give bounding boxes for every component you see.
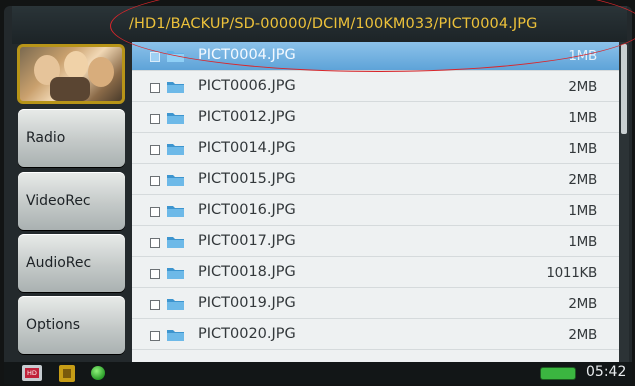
folder-icon bbox=[167, 330, 184, 341]
file-name: PICT0017.JPG bbox=[198, 233, 296, 249]
file-size: 2MB bbox=[568, 79, 597, 95]
file-row[interactable]: PICT0019.JPG 2MB bbox=[132, 290, 619, 319]
folder-icon bbox=[167, 268, 184, 279]
audiorec-button-label: AudioRec bbox=[26, 255, 92, 271]
thumbnail-face bbox=[64, 51, 88, 79]
thumbnail-face bbox=[50, 77, 90, 101]
videorec-button-label: VideoRec bbox=[26, 193, 91, 209]
file-row[interactable]: PICT0018.JPG 1011KB bbox=[132, 259, 619, 288]
file-size: 2MB bbox=[568, 172, 597, 188]
file-row[interactable]: PICT0014.JPG 1MB bbox=[132, 135, 619, 164]
battery-full-icon bbox=[541, 368, 575, 379]
sidebar: Radio VideoRec AudioRec Options bbox=[14, 42, 130, 356]
folder-icon bbox=[167, 113, 184, 124]
folder-icon bbox=[167, 82, 184, 93]
file-checkbox[interactable] bbox=[150, 331, 160, 341]
file-size: 1MB bbox=[568, 234, 597, 250]
folder-icon bbox=[167, 299, 184, 310]
folder-icon bbox=[167, 51, 184, 62]
options-button-label: Options bbox=[26, 317, 81, 333]
file-name: PICT0004.JPG bbox=[198, 47, 296, 63]
status-bar: HD 05:42 bbox=[4, 362, 632, 384]
folder-icon bbox=[167, 175, 184, 186]
folder-icon bbox=[167, 206, 184, 217]
file-name: PICT0012.JPG bbox=[198, 109, 296, 125]
hd-icon-label: HD bbox=[25, 368, 39, 378]
file-size: 1MB bbox=[568, 141, 597, 157]
file-row[interactable]: PICT0017.JPG 1MB bbox=[132, 228, 619, 257]
file-checkbox[interactable] bbox=[150, 207, 160, 217]
scrollbar-thumb[interactable] bbox=[621, 44, 627, 134]
folder-icon bbox=[167, 144, 184, 155]
file-row[interactable]: PICT0004.JPG 1MB bbox=[132, 42, 619, 71]
file-size: 1MB bbox=[568, 48, 597, 64]
scrollbar[interactable] bbox=[619, 42, 629, 362]
memory-card-icon[interactable] bbox=[59, 365, 75, 382]
photo-thumbnail[interactable] bbox=[17, 44, 125, 104]
file-list: PICT0004.JPG 1MB PICT0006.JPG 2MB PICT00… bbox=[132, 42, 619, 362]
file-checkbox[interactable] bbox=[150, 83, 160, 93]
thumbnail-face bbox=[88, 57, 114, 87]
radio-button-label: Radio bbox=[26, 130, 66, 146]
file-checkbox[interactable] bbox=[150, 114, 160, 124]
file-checkbox[interactable] bbox=[150, 300, 160, 310]
radio-button[interactable]: Radio bbox=[18, 109, 125, 167]
clock: 05:42 bbox=[586, 364, 627, 380]
file-row[interactable]: PICT0015.JPG 2MB bbox=[132, 166, 619, 195]
file-name: PICT0016.JPG bbox=[198, 202, 296, 218]
file-checkbox[interactable] bbox=[150, 269, 160, 279]
file-checkbox[interactable] bbox=[150, 145, 160, 155]
hd-icon[interactable]: HD bbox=[22, 365, 42, 381]
file-name: PICT0018.JPG bbox=[198, 264, 296, 280]
file-row[interactable]: PICT0020.JPG 2MB bbox=[132, 321, 619, 350]
file-row[interactable]: PICT0016.JPG 1MB bbox=[132, 197, 619, 226]
file-name: PICT0019.JPG bbox=[198, 295, 296, 311]
file-checkbox[interactable] bbox=[150, 176, 160, 186]
folder-icon bbox=[167, 237, 184, 248]
file-row[interactable]: PICT0006.JPG 2MB bbox=[132, 73, 619, 102]
audiorec-button[interactable]: AudioRec bbox=[18, 234, 125, 292]
options-button[interactable]: Options bbox=[18, 296, 125, 354]
file-size: 1MB bbox=[568, 203, 597, 219]
file-size: 2MB bbox=[568, 327, 597, 343]
file-checkbox[interactable] bbox=[150, 52, 160, 62]
file-name: PICT0020.JPG bbox=[198, 326, 296, 342]
file-name: PICT0006.JPG bbox=[198, 78, 296, 94]
file-path: /HD1/BACKUP/SD-00000/DCIM/100KM033/PICT0… bbox=[129, 16, 538, 32]
file-size: 2MB bbox=[568, 296, 597, 312]
videorec-button[interactable]: VideoRec bbox=[18, 172, 125, 230]
file-size: 1011KB bbox=[546, 265, 597, 281]
file-name: PICT0014.JPG bbox=[198, 140, 296, 156]
file-name: PICT0015.JPG bbox=[198, 171, 296, 187]
file-checkbox[interactable] bbox=[150, 238, 160, 248]
file-row[interactable]: PICT0012.JPG 1MB bbox=[132, 104, 619, 133]
file-size: 1MB bbox=[568, 110, 597, 126]
status-led-icon bbox=[91, 366, 105, 380]
